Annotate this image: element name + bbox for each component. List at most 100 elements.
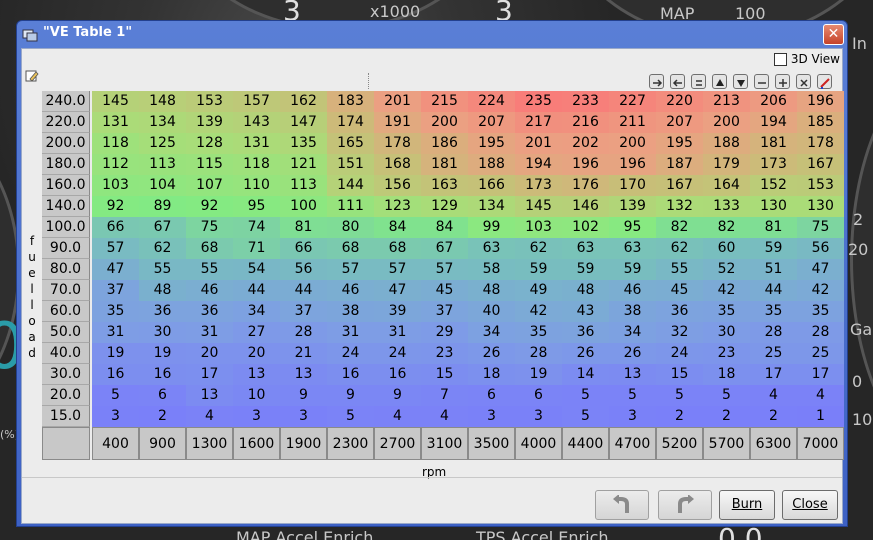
title-bar[interactable]: "VE Table 1" ✕	[17, 21, 847, 48]
table-cell[interactable]: 35	[703, 301, 750, 322]
table-cell[interactable]: 63	[609, 238, 656, 259]
table-cell[interactable]: 181	[421, 154, 468, 175]
table-cell[interactable]: 55	[186, 259, 233, 280]
table-cell[interactable]: 28	[515, 343, 562, 364]
table-cell[interactable]: 31	[327, 322, 374, 343]
table-cell[interactable]: 29	[421, 322, 468, 343]
table-cell[interactable]: 68	[327, 238, 374, 259]
table-cell[interactable]: 51	[750, 259, 797, 280]
table-cell[interactable]: 207	[468, 112, 515, 133]
table-cell[interactable]: 6	[515, 385, 562, 406]
table-cell[interactable]: 17	[186, 364, 233, 385]
table-cell[interactable]: 44	[280, 280, 327, 301]
table-cell[interactable]: 60	[703, 238, 750, 259]
table-cell[interactable]: 183	[327, 91, 374, 112]
table-cell[interactable]: 200	[421, 112, 468, 133]
table-cell[interactable]: 185	[797, 112, 844, 133]
table-cell[interactable]: 206	[750, 91, 797, 112]
table-cell[interactable]: 15	[656, 364, 703, 385]
table-cell[interactable]: 187	[656, 154, 703, 175]
table-cell[interactable]: 133	[703, 196, 750, 217]
table-cell[interactable]: 125	[139, 133, 186, 154]
table-cell[interactable]: 47	[797, 259, 844, 280]
table-cell[interactable]: 178	[374, 133, 421, 154]
table-cell[interactable]: 34	[468, 322, 515, 343]
table-cell[interactable]: 28	[750, 322, 797, 343]
table-cell[interactable]: 48	[468, 280, 515, 301]
table-cell[interactable]: 37	[92, 280, 139, 301]
table-cell[interactable]: 34	[609, 322, 656, 343]
burn-button[interactable]: Burn	[719, 490, 775, 520]
undo-button[interactable]	[595, 490, 649, 520]
table-cell[interactable]: 2	[750, 406, 797, 427]
table-cell[interactable]: 45	[656, 280, 703, 301]
table-cell[interactable]: 42	[515, 301, 562, 322]
table-cell[interactable]: 3	[468, 406, 515, 427]
table-cell[interactable]: 63	[468, 238, 515, 259]
table-cell[interactable]: 216	[562, 112, 609, 133]
table-cell[interactable]: 217	[515, 112, 562, 133]
table-cell[interactable]: 59	[562, 259, 609, 280]
table-cell[interactable]: 163	[421, 175, 468, 196]
table-cell[interactable]: 62	[515, 238, 562, 259]
table-cell[interactable]: 235	[515, 91, 562, 112]
table-cell[interactable]: 13	[186, 385, 233, 406]
table-cell[interactable]: 167	[797, 154, 844, 175]
arrow-right-button[interactable]	[649, 74, 664, 89]
table-cell[interactable]: 20	[233, 343, 280, 364]
table-cell[interactable]: 111	[327, 196, 374, 217]
arrow-left-button[interactable]	[670, 74, 685, 89]
table-cell[interactable]: 38	[327, 301, 374, 322]
table-cell[interactable]: 57	[92, 238, 139, 259]
table-cell[interactable]: 4	[797, 385, 844, 406]
table-cell[interactable]: 215	[421, 91, 468, 112]
multiply-button[interactable]	[796, 74, 811, 89]
table-cell[interactable]: 121	[280, 154, 327, 175]
view-3d-checkbox[interactable]	[773, 52, 787, 66]
table-cell[interactable]: 113	[139, 154, 186, 175]
table-cell[interactable]: 16	[327, 364, 374, 385]
table-cell[interactable]: 68	[186, 238, 233, 259]
table-cell[interactable]: 84	[421, 217, 468, 238]
table-cell[interactable]: 134	[139, 112, 186, 133]
table-cell[interactable]: 42	[797, 280, 844, 301]
table-cell[interactable]: 130	[797, 196, 844, 217]
table-cell[interactable]: 181	[750, 133, 797, 154]
table-cell[interactable]: 227	[609, 91, 656, 112]
table-cell[interactable]: 4	[750, 385, 797, 406]
color-pen-button[interactable]	[817, 74, 832, 89]
table-cell[interactable]: 25	[750, 343, 797, 364]
table-cell[interactable]: 92	[92, 196, 139, 217]
table-cell[interactable]: 132	[656, 196, 703, 217]
table-cell[interactable]: 19	[139, 343, 186, 364]
table-cell[interactable]: 233	[562, 91, 609, 112]
table-cell[interactable]: 123	[374, 196, 421, 217]
table-cell[interactable]: 32	[656, 322, 703, 343]
table-cell[interactable]: 59	[515, 259, 562, 280]
table-cell[interactable]: 82	[656, 217, 703, 238]
table-cell[interactable]: 16	[139, 364, 186, 385]
table-cell[interactable]: 196	[562, 154, 609, 175]
table-cell[interactable]: 5	[562, 406, 609, 427]
table-cell[interactable]: 24	[656, 343, 703, 364]
table-cell[interactable]: 21	[280, 343, 327, 364]
table-cell[interactable]: 26	[562, 343, 609, 364]
table-cell[interactable]: 24	[374, 343, 421, 364]
table-cell[interactable]: 211	[609, 112, 656, 133]
table-cell[interactable]: 147	[280, 112, 327, 133]
table-cell[interactable]: 28	[797, 322, 844, 343]
table-cell[interactable]: 9	[327, 385, 374, 406]
table-cell[interactable]: 45	[421, 280, 468, 301]
table-cell[interactable]: 7	[421, 385, 468, 406]
table-cell[interactable]: 3	[609, 406, 656, 427]
table-cell[interactable]: 139	[186, 112, 233, 133]
table-cell[interactable]: 62	[656, 238, 703, 259]
table-cell[interactable]: 224	[468, 91, 515, 112]
table-cell[interactable]: 59	[750, 238, 797, 259]
table-cell[interactable]: 102	[562, 217, 609, 238]
table-cell[interactable]: 104	[139, 175, 186, 196]
table-cell[interactable]: 46	[327, 280, 374, 301]
table-cell[interactable]: 95	[233, 196, 280, 217]
table-cell[interactable]: 131	[92, 112, 139, 133]
triangle-up-button[interactable]	[712, 74, 727, 89]
